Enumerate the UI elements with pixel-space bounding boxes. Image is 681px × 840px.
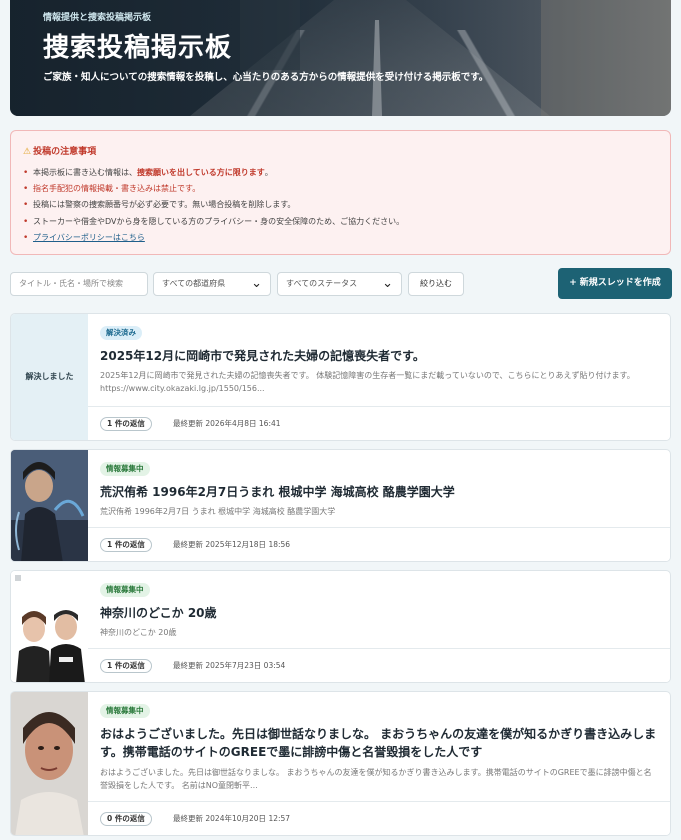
last-updated: 最終更新 2025年12月18日 18:56 [173,540,291,549]
prefecture-select[interactable]: すべての都道府県 ⌄ [153,272,271,296]
reply-count-badge: 1 件の返信 [100,538,152,552]
hero-banner: 情報提供と捜索投稿掲示板 捜索投稿掲示板 ご家族・知人についての捜索情報を投稿し… [10,0,671,116]
person-photo [11,692,88,835]
last-updated: 最終更新 2025年7月23日 03:54 [173,661,286,670]
last-updated: 最終更新 2026年4月8日 16:41 [173,419,281,428]
chevron-down-icon: ⌄ [251,276,262,291]
status-badge: 解決済み [100,326,142,340]
thread-excerpt: おはようございました。先日は御世話なりましな。 まおうちゃんの友達を僕が知るかぎ… [100,768,652,790]
reply-count-badge: 0 件の返信 [100,812,152,826]
notice-item: プライバシーポリシーはこちら [23,230,404,246]
status-badge: 情報募集中 [100,583,150,597]
person-photo [11,450,88,561]
thread-card[interactable]: 情報募集中 神奈川のどこか 20歳 神奈川のどこか 20歳 1 件の返信 最終更… [10,570,671,683]
notice-item: 投稿には警察の捜索願番号が必ず必要です。無い場合投稿を削除します。 [23,197,404,213]
search-input[interactable]: タイトル・氏名・場所で検索 [10,272,148,296]
thread-footer: 1 件の返信 最終更新 2025年7月23日 03:54 [88,648,670,682]
thread-title[interactable]: 荒沢侑希 1996年2月7日うまれ 根城中学 海城高校 酪農学園大学 [100,483,658,501]
filter-apply-button[interactable]: 絞り込む [408,272,464,296]
thread-thumbnail: 解決しました [11,314,88,440]
thread-thumbnail [11,450,88,561]
notice-item: ストーカーや借金やDVから身を隠している方のプライバシー・身の安全保障のため、ご… [23,214,404,230]
thread-title[interactable]: おはようございました。先日は御世話なりましな。 まおうちゃんの友達を僕が知るかぎ… [100,725,658,761]
hero-description: ご家族・知人についての捜索情報を投稿し、心当たりのある方からの情報提供を受け付け… [43,72,489,83]
thread-footer: 1 件の返信 最終更新 2025年12月18日 18:56 [88,527,670,561]
person-photo [11,571,88,682]
thread-footer: 1 件の返信 最終更新 2026年4月8日 16:41 [88,406,670,440]
status-select[interactable]: すべてのステータス ⌄ [277,272,402,296]
notice-heading: ⚠ 投稿の注意事項 [23,147,97,157]
thread-thumbnail [11,692,88,835]
reply-count-badge: 1 件の返信 [100,659,152,673]
resolved-label: 解決しました [25,372,74,381]
thread-excerpt: 神奈川のどこか 20歳 [100,628,177,637]
thread-card[interactable]: 情報募集中 おはようございました。先日は御世話なりましな。 まおうちゃんの友達を… [10,691,671,836]
thread-card[interactable]: 解決しました 解決済み 2025年12月に岡崎市で発見された夫婦の記憶喪失者です… [10,313,671,441]
thread-excerpt: 荒沢侑希 1996年2月7日 うまれ 根城中学 海城高校 酪農学園大学 [100,507,336,516]
status-badge: 情報募集中 [100,462,150,476]
thread-title[interactable]: 神奈川のどこか 20歳 [100,604,658,622]
thread-footer: 0 件の返信 最終更新 2024年10月20日 12:57 [88,801,670,835]
create-thread-button[interactable]: + 新規スレッドを作成 [558,268,672,299]
page-title: 捜索投稿掲示板 [43,33,233,63]
thread-card[interactable]: 情報募集中 荒沢侑希 1996年2月7日うまれ 根城中学 海城高校 酪農学園大学… [10,449,671,562]
hero-eyebrow: 情報提供と捜索投稿掲示板 [43,13,152,23]
warning-icon: ⚠ [23,147,32,157]
plus-icon: + [569,278,577,288]
thread-excerpt: 2025年12月に岡崎市で発見された夫婦の記憶喪失者です。 体験記憶障害の生存者… [100,371,635,393]
thread-thumbnail [11,571,88,682]
notice-item: 指名手配犯の情報掲載・書き込みは禁止です。 [23,181,404,197]
reply-count-badge: 1 件の返信 [100,417,152,431]
notice-item: 本掲示板に書き込む情報は、捜索願いを出している方に限ります。 [23,165,404,181]
privacy-policy-link[interactable]: プライバシーポリシーはこちら [33,233,145,242]
chevron-down-icon: ⌄ [382,276,393,291]
last-updated: 最終更新 2024年10月20日 12:57 [173,814,291,823]
notice-list: 本掲示板に書き込む情報は、捜索願いを出している方に限ります。 指名手配犯の情報掲… [23,165,404,246]
posting-notice: ⚠投稿の注意事項 本掲示板に書き込む情報は、捜索願いを出している方に限ります。 … [10,130,671,255]
status-badge: 情報募集中 [100,704,150,718]
thread-title[interactable]: 2025年12月に岡崎市で発見された夫婦の記憶喪失者です。 [100,347,658,365]
